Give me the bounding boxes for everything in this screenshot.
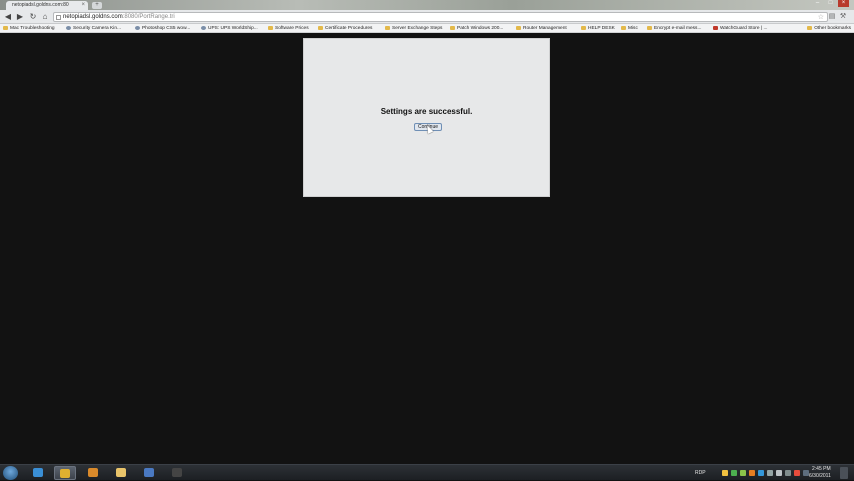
start-button[interactable] bbox=[3, 466, 18, 480]
tray-warning-icon[interactable] bbox=[722, 470, 728, 476]
bookmark-item[interactable]: Photoshop CS5 wow... bbox=[135, 24, 190, 33]
bookmark-label: Encrypt e-mail mess... bbox=[654, 26, 702, 31]
browser-toolbar: ◀ ▶ ↻ ⌂ netopiadsl.goldns.com:8080/PortR… bbox=[0, 10, 854, 24]
taskbar-app-media-player[interactable] bbox=[83, 466, 105, 480]
other-bookmarks[interactable]: Other bookmarks bbox=[807, 24, 851, 33]
wrench-icon[interactable]: ⚒ bbox=[838, 12, 848, 22]
site-favicon-icon bbox=[66, 26, 71, 30]
bookmark-item[interactable]: Software Prices bbox=[268, 24, 309, 33]
folder-icon bbox=[581, 26, 586, 30]
bookmark-item[interactable]: Router Management bbox=[516, 24, 567, 33]
clock-time[interactable]: 2:45 PM bbox=[812, 466, 831, 472]
tray-status-icon[interactable] bbox=[740, 470, 746, 476]
page-menu-icon[interactable]: ▤ bbox=[827, 12, 837, 22]
bookmark-label: Software Prices bbox=[275, 26, 309, 31]
bookmark-item[interactable]: Server Exchange Steps bbox=[385, 24, 442, 33]
command-prompt-icon bbox=[172, 468, 182, 477]
tab-title: netopiadsl.goldns.com:80 bbox=[12, 2, 69, 8]
settings-result-panel: Settings are successful. Continue bbox=[303, 38, 550, 197]
browser-tab[interactable]: netopiadsl.goldns.com:80 × bbox=[6, 1, 88, 10]
bookmark-label: Certificate Procedures bbox=[325, 26, 373, 31]
page-icon bbox=[56, 15, 61, 20]
success-message: Settings are successful. bbox=[380, 107, 473, 116]
tray-sync-icon[interactable] bbox=[767, 470, 773, 476]
bookmark-item[interactable]: UPS: UPS WorldShip... bbox=[201, 24, 258, 33]
folder-icon bbox=[516, 26, 521, 30]
page-viewport: Settings are successful. Continue bbox=[0, 34, 854, 464]
reload-icon[interactable]: ↻ bbox=[28, 12, 38, 22]
address-bar[interactable]: netopiadsl.goldns.com:8080/PortRange.tri… bbox=[53, 12, 828, 22]
taskbar-app-file-explorer[interactable] bbox=[111, 466, 133, 480]
site-favicon-icon bbox=[713, 26, 718, 30]
folder-icon bbox=[3, 26, 8, 30]
folder-icon bbox=[318, 26, 323, 30]
bookmark-label: Misc bbox=[628, 26, 638, 31]
site-favicon-icon bbox=[201, 26, 206, 30]
folder-icon bbox=[450, 26, 455, 30]
bookmark-label: HELP DESK bbox=[588, 26, 615, 31]
url-host: netopiadsl.goldns.com bbox=[63, 14, 123, 20]
bookmark-item[interactable]: Mac Troubleshooting bbox=[3, 24, 55, 33]
bookmark-item[interactable]: Encrypt e-mail mess... bbox=[647, 24, 701, 33]
show-desktop-button[interactable] bbox=[840, 467, 848, 479]
bookmark-item[interactable]: WatchGuard Store | ... bbox=[713, 24, 767, 33]
system-tray: RDP 2:45 PM 6/30/2011 bbox=[692, 465, 852, 481]
bookmark-item[interactable]: Security Camera Kin... bbox=[66, 24, 121, 33]
bookmark-label: Security Camera Kin... bbox=[73, 26, 121, 31]
tray-app-icon[interactable] bbox=[749, 470, 755, 476]
taskbar-app-command-prompt[interactable] bbox=[167, 466, 189, 480]
folder-icon bbox=[621, 26, 626, 30]
taskbar-app-outlook[interactable] bbox=[139, 466, 161, 480]
minimize-button[interactable]: – bbox=[812, 0, 823, 7]
file-explorer-icon bbox=[116, 468, 126, 477]
folder-icon bbox=[807, 26, 813, 30]
forward-arrow-icon[interactable]: ▶ bbox=[15, 12, 25, 22]
bookmark-item[interactable]: Patch Windows 200... bbox=[450, 24, 503, 33]
chrome-icon bbox=[60, 469, 70, 478]
bookmark-label: Photoshop CS5 wow... bbox=[142, 26, 191, 31]
internet-explorer-icon bbox=[33, 468, 43, 477]
bookmark-label: Mac Troubleshooting bbox=[10, 26, 55, 31]
bookmark-star-icon[interactable]: ☆ bbox=[818, 13, 824, 22]
volume-icon[interactable] bbox=[776, 470, 782, 476]
bookmark-label: Server Exchange Steps bbox=[392, 26, 443, 31]
tab-close-icon[interactable]: × bbox=[81, 1, 85, 10]
bookmark-label: WatchGuard Store | ... bbox=[720, 26, 768, 31]
windows-taskbar: RDP 2:45 PM 6/30/2011 bbox=[0, 464, 854, 480]
bookmark-label: Patch Windows 200... bbox=[457, 26, 504, 31]
clock-date[interactable]: 6/30/2011 bbox=[809, 473, 831, 479]
tray-label: RDP bbox=[695, 470, 706, 476]
tray-shield-icon[interactable] bbox=[731, 470, 737, 476]
taskbar-app-internet-explorer[interactable] bbox=[28, 466, 50, 480]
tray-network-icon[interactable] bbox=[758, 470, 764, 476]
folder-icon bbox=[268, 26, 273, 30]
maximize-button[interactable]: □ bbox=[825, 0, 836, 7]
bookmark-item[interactable]: Misc bbox=[621, 24, 638, 33]
bookmarks-bar: Other bookmarks Mac Troubleshooting Secur… bbox=[0, 24, 854, 33]
close-window-button[interactable]: × bbox=[838, 0, 849, 7]
bookmark-label: Router Management bbox=[523, 26, 567, 31]
bookmark-item[interactable]: HELP DESK bbox=[581, 24, 615, 33]
tray-alert-icon[interactable] bbox=[794, 470, 800, 476]
taskbar-app-chrome[interactable] bbox=[54, 466, 76, 480]
tray-device-icon[interactable] bbox=[785, 470, 791, 476]
bookmark-item[interactable]: Certificate Procedures bbox=[318, 24, 372, 33]
back-arrow-icon[interactable]: ◀ bbox=[3, 12, 13, 22]
browser-tab-strip: netopiadsl.goldns.com:80 × + – □ × bbox=[0, 0, 854, 10]
outlook-icon bbox=[144, 468, 154, 477]
bookmark-label: Other bookmarks bbox=[814, 26, 851, 31]
folder-icon bbox=[647, 26, 652, 30]
media-player-icon bbox=[88, 468, 98, 477]
url-path: :8080/PortRange.tri bbox=[122, 14, 175, 20]
bookmark-label: UPS: UPS WorldShip... bbox=[208, 26, 258, 31]
folder-icon bbox=[385, 26, 390, 30]
home-icon[interactable]: ⌂ bbox=[40, 12, 50, 22]
site-favicon-icon bbox=[135, 26, 140, 30]
new-tab-button[interactable]: + bbox=[92, 2, 102, 9]
